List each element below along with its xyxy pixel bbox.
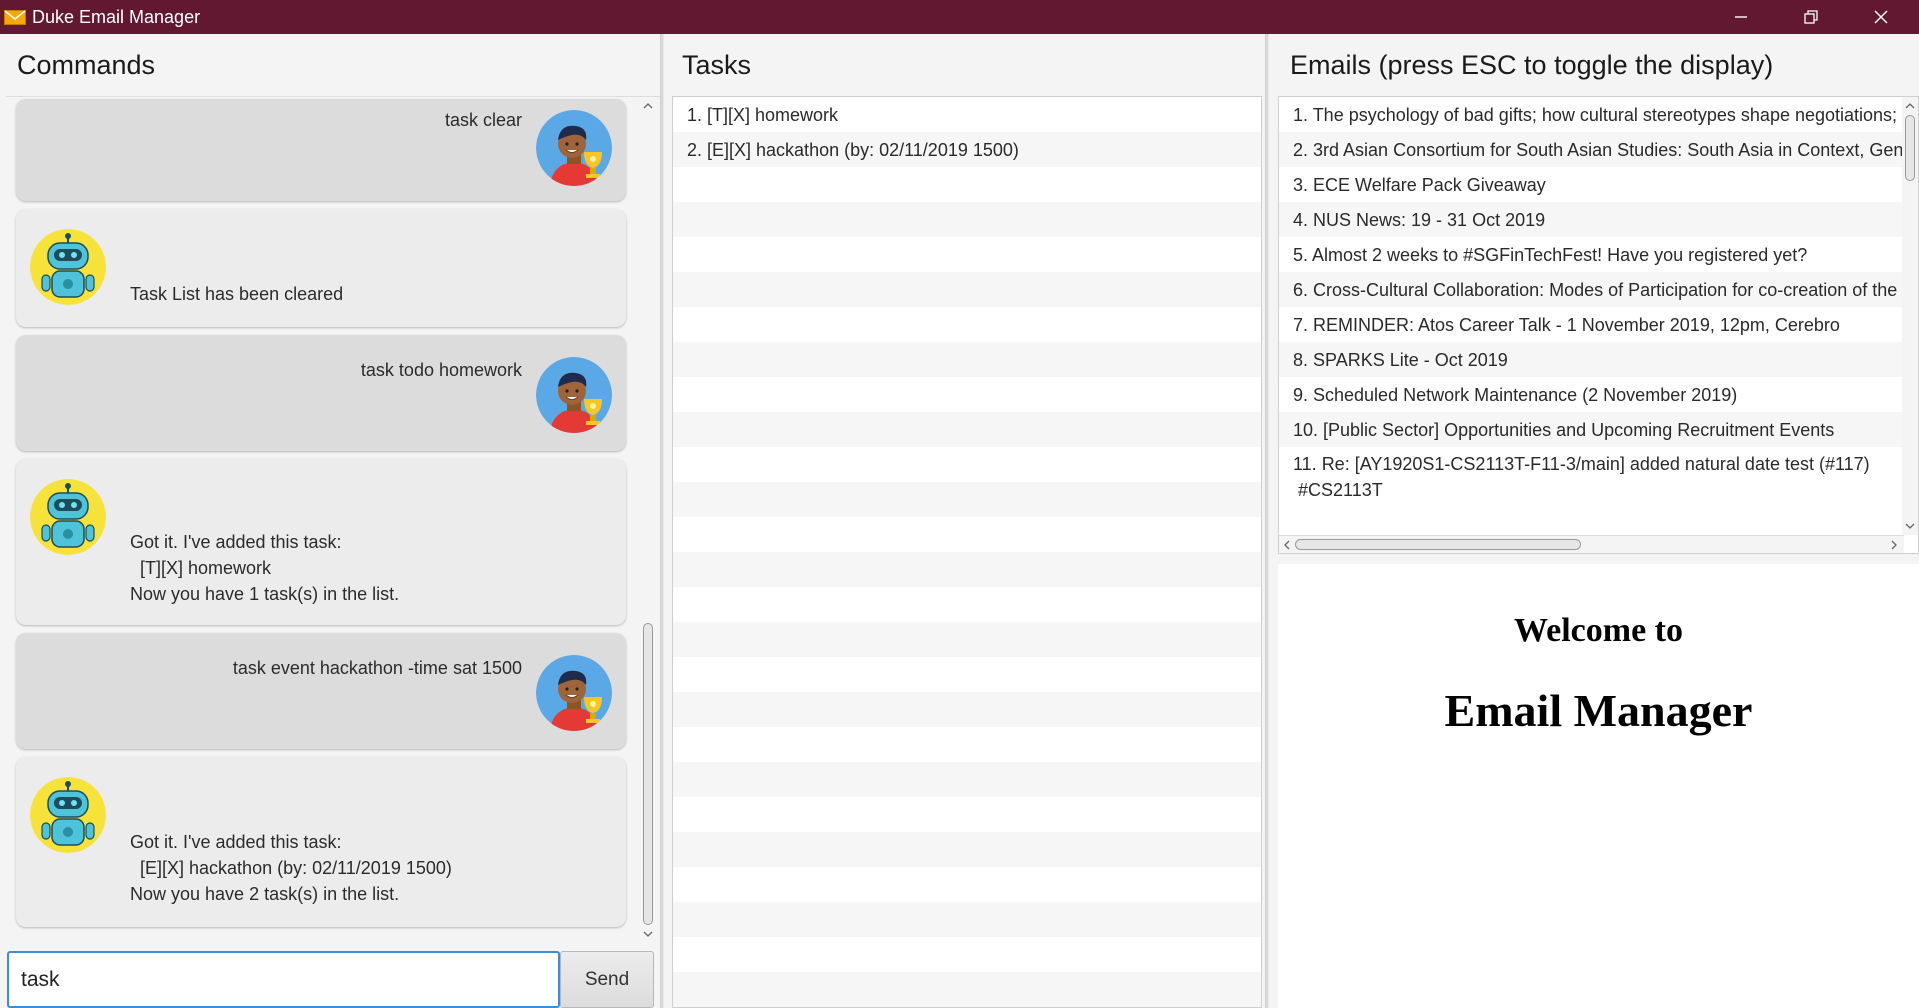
close-icon xyxy=(1874,10,1888,24)
chevron-right-icon[interactable] xyxy=(1889,540,1899,550)
tasks-header: Tasks xyxy=(665,34,1265,96)
empty-row[interactable] xyxy=(673,202,1261,237)
robot-avatar-icon xyxy=(30,479,106,555)
email-row[interactable]: 2. 3rd Asian Consortium for South Asian … xyxy=(1279,132,1902,167)
welcome-app-name: Email Manager xyxy=(1444,685,1753,736)
message-text: task event hackathon -time sat 1500 xyxy=(232,658,522,678)
bot-message: Task List has been cleared xyxy=(16,209,626,327)
chevron-up-icon[interactable] xyxy=(1905,101,1915,111)
empty-row[interactable] xyxy=(673,307,1261,342)
empty-row[interactable] xyxy=(673,832,1261,867)
message-text: task clear xyxy=(444,110,522,130)
bot-message: Got it. I've added this task: [T][X] hom… xyxy=(16,459,626,625)
scroll-thumb[interactable] xyxy=(643,623,653,925)
chat-vertical-scrollbar[interactable] xyxy=(640,97,656,942)
email-row[interactable]: 5. Almost 2 weeks to #SGFinTechFest! Hav… xyxy=(1279,237,1902,272)
emails-pane: Emails (press ESC to toggle the display)… xyxy=(1270,34,1919,1008)
task-list[interactable]: 1. [T][X] homework 2. [E][X] hackathon (b… xyxy=(672,96,1262,1008)
empty-row[interactable] xyxy=(673,622,1261,657)
restore-icon xyxy=(1804,10,1818,24)
chevron-down-icon[interactable] xyxy=(643,929,653,939)
scroll-thumb[interactable] xyxy=(1295,539,1581,550)
commands-title: Commands xyxy=(17,50,156,80)
empty-row[interactable] xyxy=(673,272,1261,307)
email-row[interactable]: 11. Re: [AY1920S1-CS2113T-F11-3/main] ad… xyxy=(1279,447,1902,508)
scroll-thumb[interactable] xyxy=(1905,115,1915,181)
user-message: task clear xyxy=(16,99,626,201)
command-input[interactable] xyxy=(7,951,560,1008)
empty-row[interactable] xyxy=(673,867,1261,902)
title-bar: Duke Email Manager xyxy=(0,0,1919,34)
empty-row[interactable] xyxy=(673,727,1261,762)
robot-avatar-icon xyxy=(30,777,106,853)
envelope-icon xyxy=(4,10,26,25)
close-button[interactable] xyxy=(1846,0,1916,34)
empty-row[interactable] xyxy=(673,237,1261,272)
commands-header: Commands xyxy=(0,34,660,96)
chevron-up-icon[interactable] xyxy=(643,101,653,111)
user-avatar-icon xyxy=(536,655,612,731)
task-row[interactable]: 1. [T][X] homework xyxy=(673,97,1261,132)
robot-avatar-icon xyxy=(30,229,106,305)
user-avatar-icon xyxy=(536,357,612,433)
email-row[interactable]: 6. Cross-Cultural Collaboration: Modes o… xyxy=(1279,272,1902,307)
tasks-title: Tasks xyxy=(682,50,752,80)
commands-pane: Commands task clear Task List has been c… xyxy=(0,34,660,1008)
email-vertical-scrollbar[interactable] xyxy=(1902,97,1918,535)
task-row[interactable]: 2. [E][X] hackathon (by: 02/11/2019 1500… xyxy=(673,132,1261,167)
empty-row[interactable] xyxy=(673,797,1261,832)
user-message: task todo homework xyxy=(16,335,626,451)
minimize-button[interactable] xyxy=(1706,0,1776,34)
welcome-heading: Welcome to xyxy=(1514,612,1683,649)
emails-header: Emails (press ESC to toggle the display) xyxy=(1270,34,1919,96)
empty-row[interactable] xyxy=(673,552,1261,587)
minimize-icon xyxy=(1735,16,1747,18)
message-text: Got it. I've added this task: [T][X] hom… xyxy=(130,532,400,604)
email-row[interactable]: 4. NUS News: 19 - 31 Oct 2019 xyxy=(1279,202,1902,237)
empty-row[interactable] xyxy=(673,937,1261,972)
email-row[interactable]: 7. REMINDER: Atos Career Talk - 1 Novemb… xyxy=(1279,307,1902,342)
email-row[interactable]: 1. The psychology of bad gifts; how cult… xyxy=(1279,97,1902,132)
email-row[interactable]: 9. Scheduled Network Maintenance (2 Nove… xyxy=(1279,377,1902,412)
window-title: Duke Email Manager xyxy=(32,7,201,27)
send-button[interactable]: Send xyxy=(560,951,654,1008)
empty-row[interactable] xyxy=(673,167,1261,202)
empty-row[interactable] xyxy=(673,517,1261,552)
chevron-down-icon[interactable] xyxy=(1905,521,1915,531)
empty-row[interactable] xyxy=(673,447,1261,482)
empty-row[interactable] xyxy=(673,657,1261,692)
email-list[interactable]: 11. Re: [AY1920S1-CS2113T-F11-3/main] ad… xyxy=(1278,96,1919,554)
user-message: task event hackathon -time sat 1500 xyxy=(16,633,626,749)
message-text: Got it. I've added this task: [E][X] hac… xyxy=(130,832,452,904)
email-row[interactable]: 10. [Public Sector] Opportunities and Up… xyxy=(1279,412,1902,447)
empty-row[interactable] xyxy=(673,902,1261,937)
message-text: task todo homework xyxy=(360,360,522,380)
empty-row[interactable] xyxy=(673,377,1261,412)
pane-divider[interactable] xyxy=(1265,34,1269,1008)
message-text: Task List has been cleared xyxy=(130,284,344,304)
pane-divider[interactable] xyxy=(660,34,664,1008)
email-row[interactable]: 3. ECE Welfare Pack Giveaway xyxy=(1279,167,1902,202)
tasks-pane: Tasks 1. [T][X] homework 2. [E][X] hackat… xyxy=(665,34,1265,1008)
welcome-display: Welcome to Email Manager xyxy=(1278,564,1919,1008)
empty-row[interactable] xyxy=(673,342,1261,377)
empty-row[interactable] xyxy=(673,412,1261,447)
empty-row[interactable] xyxy=(673,692,1261,727)
restore-button[interactable] xyxy=(1776,0,1846,34)
email-row[interactable]: 8. SPARKS Lite - Oct 2019 xyxy=(1279,342,1902,377)
chevron-left-icon[interactable] xyxy=(1282,540,1292,550)
chat-scroll-area[interactable]: task clear Task List has been cleared ta… xyxy=(6,96,660,942)
empty-row[interactable] xyxy=(673,482,1261,517)
emails-title: Emails (press ESC to toggle the display) xyxy=(1290,50,1774,80)
empty-row[interactable] xyxy=(673,972,1261,1007)
bot-message: Got it. I've added this task: [E][X] hac… xyxy=(16,757,626,927)
empty-row[interactable] xyxy=(673,587,1261,622)
email-horizontal-scrollbar[interactable] xyxy=(1279,535,1904,553)
user-avatar-icon xyxy=(536,110,612,186)
empty-row[interactable] xyxy=(673,762,1261,797)
